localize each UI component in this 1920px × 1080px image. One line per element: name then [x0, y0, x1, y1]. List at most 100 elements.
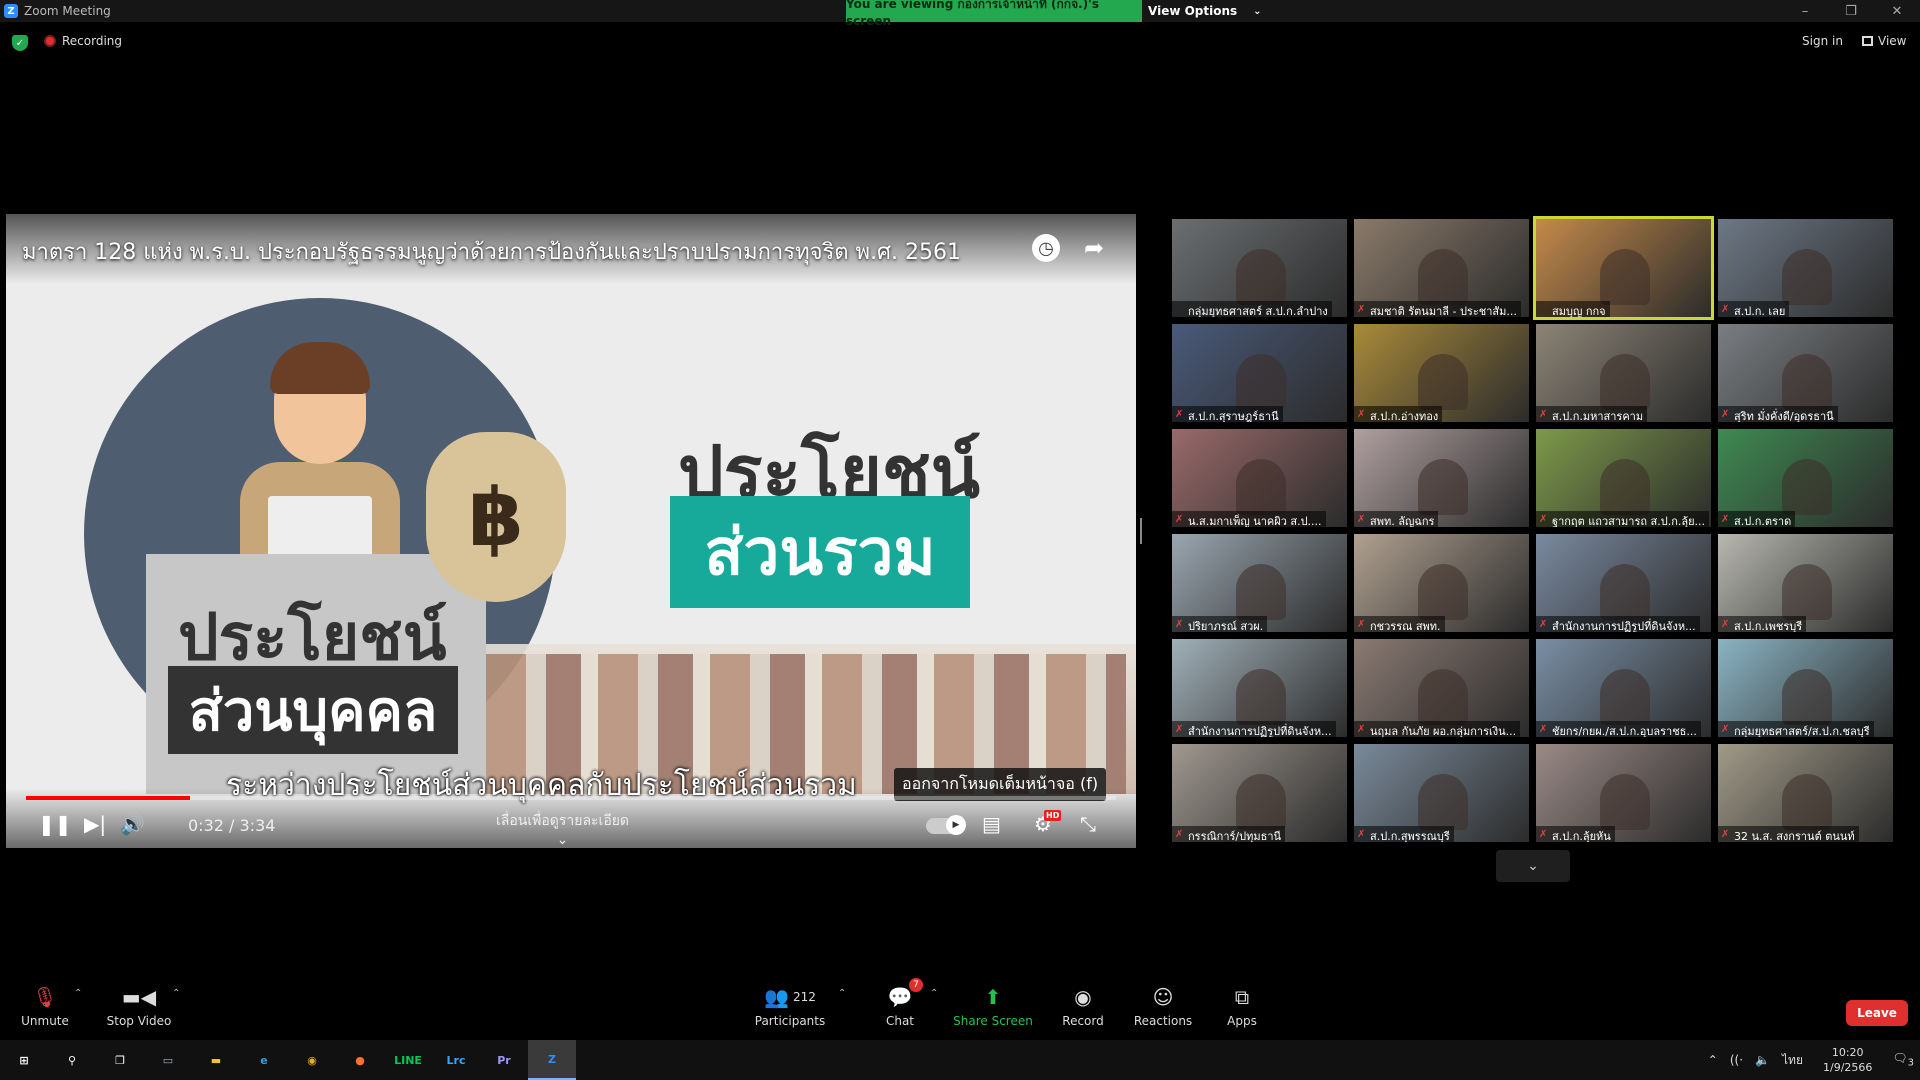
participant-tile[interactable]: ✗ ปริยาภรณ์ สวผ. [1172, 534, 1347, 632]
participant-tile[interactable]: ✗ สพท. ลัญฉกร [1354, 429, 1529, 527]
participant-tile[interactable]: ✗ ส.ป.ก. เลย [1718, 219, 1893, 317]
pause-icon[interactable]: ❚❚ [38, 812, 72, 836]
sign-in-link[interactable]: Sign in [1802, 34, 1843, 48]
taskbar-edge[interactable]: e [240, 1040, 288, 1080]
next-icon[interactable]: ▶| [84, 812, 106, 836]
taskbar-tablet[interactable]: ▭ [144, 1040, 192, 1080]
view-layout-button[interactable]: View [1862, 34, 1906, 48]
apps-button[interactable]: ⧉ Apps [1197, 984, 1287, 1028]
participant-tile[interactable]: สมบุญ กกจ [1533, 216, 1714, 320]
captions-icon[interactable]: ▤ [982, 812, 1001, 836]
muted-mic-icon: ✗ [1357, 829, 1366, 840]
chat-options-caret[interactable]: ⌃ [930, 988, 938, 999]
participant-tile[interactable]: ✗ สำนักงานการปฏิรูปที่ดินจังห... [1536, 534, 1711, 632]
participant-tile[interactable]: ✗ ชัยกร/กยผ./ส.ป.ก.อุบลราชธ... [1536, 639, 1711, 737]
participant-tile[interactable]: ✗ ฐากฤต แถวสามารถ ส.ป.ก.ลุ้ย... [1536, 429, 1711, 527]
participant-tile[interactable]: ✗ ส.ป.ก.มหาสารคาม [1536, 324, 1711, 422]
participant-tile[interactable]: ✗ กชวรรณ สพท. [1354, 534, 1529, 632]
watch-later-icon[interactable]: ◷ [1032, 234, 1060, 262]
video-subtitle: ระหว่างประโยชน์ส่วนบุคคลกับประโยชน์ส่วนร… [226, 768, 857, 803]
notifications-icon[interactable]: 🗨3 [1892, 1051, 1914, 1068]
video-options-caret[interactable]: ⌃ [172, 988, 180, 999]
record-button[interactable]: ◉ Record [1038, 984, 1128, 1028]
participant-tile[interactable]: ✗ สมชาติ รัตนมาลี - ประชาสัม... [1354, 219, 1529, 317]
money-bag-icon: ฿ [426, 432, 566, 602]
muted-mic-icon: ✗ [1721, 829, 1730, 840]
taskbar-lightroom[interactable]: Lrc [432, 1040, 480, 1080]
muted-mic-icon: ✗ [1721, 619, 1730, 630]
taskbar-firefox[interactable]: ● [336, 1040, 384, 1080]
participant-tile[interactable]: ✗ ส.ป.ก.เพชรบุรี [1718, 534, 1893, 632]
explorer-icon: ▬ [210, 1053, 222, 1067]
participant-tile[interactable]: ✗ ส.ป.ก.สุพรรณบุรี [1354, 744, 1529, 842]
video-progress-bar[interactable] [26, 796, 1116, 800]
participant-tile[interactable]: ✗ น.ส.มกาเพ็ญ นาคผิว ส.ป.... [1172, 429, 1347, 527]
swipe-hint[interactable]: เลื่อนเพื่อดูรายละเอียด ⌄ [496, 810, 629, 848]
record-icon: ◉ [1074, 985, 1092, 1009]
security-shield-icon[interactable]: ✓ [12, 35, 28, 51]
share-arrow-icon[interactable]: ➦ [1080, 234, 1108, 262]
participant-tile[interactable]: กลุ่มยุทธศาสตร์ ส.ป.ก.ลำปาง [1172, 219, 1347, 317]
participant-tile[interactable]: ✗ กรรณิการ์/ปทุมธานี [1172, 744, 1347, 842]
taskbar-zoom[interactable]: Z [528, 1040, 576, 1080]
recording-indicator[interactable]: Recording [44, 34, 122, 48]
reactions-button[interactable]: ☺ Reactions [1118, 984, 1208, 1028]
taskbar-start[interactable]: ⊞ [0, 1040, 48, 1080]
participant-tile[interactable]: ✗ สำนักงานการปฏิรูปที่ดินจังห... [1172, 639, 1347, 737]
video-title[interactable]: มาตรา 128 แห่ง พ.ร.บ. ประกอบรัฐธรรมนูญว่… [22, 234, 961, 269]
participant-tile[interactable]: ✗ นฤมล กันภัย ผอ.กลุ่มการเงิน... [1354, 639, 1529, 737]
participant-tile[interactable]: ✗ กลุ่มยุทธศาสตร์/ส.ป.ก.ชลบุรี [1718, 639, 1893, 737]
muted-mic-icon: ✗ [1721, 409, 1730, 420]
gallery-next-page-button[interactable]: ⌄ [1496, 850, 1570, 882]
participant-tile[interactable]: ✗ ส.ป.ก.อ่างทอง [1354, 324, 1529, 422]
participant-video [1782, 249, 1832, 305]
autoplay-toggle[interactable] [926, 815, 966, 835]
participant-video [1600, 774, 1650, 830]
exit-fullscreen-icon[interactable]: ⤡ [1080, 812, 1096, 836]
audio-options-caret[interactable]: ⌃ [74, 988, 82, 999]
leave-button[interactable]: Leave [1846, 1000, 1908, 1026]
speaker-icon[interactable]: 🔈 [1755, 1053, 1770, 1067]
taskbar-chrome[interactable]: ◉ [288, 1040, 336, 1080]
stop-video-label: Stop Video [106, 1014, 172, 1028]
chrome-icon: ◉ [307, 1053, 317, 1067]
system-clock[interactable]: 10:20 1/9/2566 [1823, 1045, 1872, 1075]
participant-tile[interactable]: ✗ ส.ป.ก.ตราด [1718, 429, 1893, 527]
view-options-button[interactable]: View Options ⌄ [1148, 0, 1262, 22]
panel-splitter[interactable] [1140, 518, 1142, 544]
participant-tile[interactable]: ✗ สุริท มั่งคั่งดี/อุดรธานี [1718, 324, 1893, 422]
participant-name: ส.ป.ก.สุราษฎร์ธานี [1172, 406, 1283, 422]
taskbar-search[interactable]: ⚲ [48, 1040, 96, 1080]
participant-video [1236, 774, 1286, 830]
stop-video-button[interactable]: ▬◀ Stop Video [94, 984, 184, 1028]
chevron-down-icon: ⌄ [1253, 5, 1262, 17]
lightroom-icon: Lrc [446, 1053, 466, 1067]
swipe-hint-label: เลื่อนเพื่อดูรายละเอียด [496, 813, 630, 829]
system-tray: ⌃ ((· 🔈 ไทย 10:20 1/9/2566 🗨3 [1702, 1040, 1920, 1080]
grid-icon [1862, 36, 1873, 46]
close-button[interactable]: ✕ [1874, 0, 1920, 22]
edge-icon: e [260, 1053, 268, 1067]
participant-tile[interactable]: ✗ ส.ป.ก.ลุ้ยหัน [1536, 744, 1711, 842]
taskbar-task-view[interactable]: ❐ [96, 1040, 144, 1080]
volume-icon[interactable]: 🔊 [120, 812, 145, 836]
taskbar-line[interactable]: LINE [384, 1040, 432, 1080]
participant-tile[interactable]: ✗ ส.ป.ก.สุราษฎร์ธานี [1172, 324, 1347, 422]
input-language[interactable]: ไทย [1782, 1051, 1803, 1070]
minimize-button[interactable]: – [1782, 0, 1828, 22]
taskbar-explorer[interactable]: ▬ [192, 1040, 240, 1080]
restore-button[interactable]: ❐ [1828, 0, 1874, 22]
show-hidden-icons-icon[interactable]: ⌃ [1708, 1053, 1718, 1067]
participant-tile[interactable]: ✗ 32 น.ส. สงกรานต์ ตนนท์ [1718, 744, 1893, 842]
share-screen-button[interactable]: ⬆ Share Screen [948, 984, 1038, 1028]
participant-name: ชัยกร/กยผ./ส.ป.ก.อุบลราชธ... [1536, 721, 1701, 737]
wifi-icon[interactable]: ((· [1730, 1053, 1743, 1067]
participant-name: สมบุญ กกจ [1536, 301, 1610, 317]
participant-video [1600, 669, 1650, 725]
view-options-label: View Options [1148, 4, 1238, 18]
participants-button[interactable]: 👥 212 Participants [745, 984, 835, 1028]
participants-options-caret[interactable]: ⌃ [838, 988, 846, 999]
shared-screen[interactable]: ฿ ประโยชน์ ส่วนบุคคล ประโยชน์ ส่วนรวม มา… [6, 214, 1136, 848]
taskbar-premiere[interactable]: Pr [480, 1040, 528, 1080]
private-benefit-box: ส่วนบุคคล [168, 666, 458, 754]
